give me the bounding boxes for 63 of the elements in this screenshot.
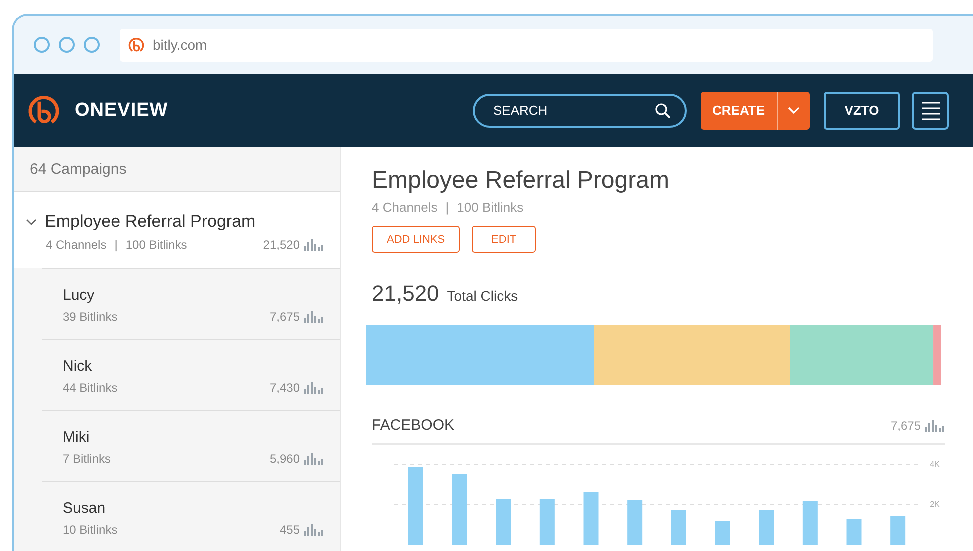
channel-name: Miki (63, 429, 91, 446)
chart-bar (890, 516, 906, 545)
bar-chart-icon (304, 311, 324, 323)
chart-bar (628, 500, 643, 545)
chart-bar (584, 492, 599, 545)
bitlink-count: 39 Bitlinks (63, 310, 118, 324)
window-control-icon[interactable] (59, 37, 75, 53)
channel-item[interactable]: Susan 10 Bitlinks 455 (42, 481, 340, 551)
campaign-name: Employee Referral Program (45, 212, 256, 232)
menu-button[interactable] (912, 92, 949, 130)
bar-chart-icon (925, 420, 945, 432)
window-control-icon[interactable] (84, 37, 100, 53)
chart-bar (802, 501, 818, 545)
channel-count: 4 Channels (372, 200, 438, 215)
logo-icon (128, 36, 145, 54)
search-field[interactable]: SEARCH (472, 94, 687, 128)
search-icon (654, 102, 671, 118)
channel-title: FACEBOOK (372, 417, 455, 434)
click-count: 7,430 (270, 381, 300, 395)
click-count: 5,960 (270, 452, 300, 466)
chart-bar (540, 499, 555, 545)
total-clicks-label: Total Clicks (447, 288, 518, 304)
search-input[interactable]: SEARCH (492, 102, 646, 119)
channel-name: Nick (63, 358, 94, 375)
address-bar[interactable]: bitly.com (120, 28, 933, 62)
account-button[interactable]: VZTO (824, 92, 900, 130)
caret-icon (788, 107, 800, 115)
click-count: 7,675 (270, 310, 300, 324)
window-control-icon[interactable] (34, 37, 50, 53)
bar-chart-icon (304, 239, 324, 251)
channel-name: Susan (63, 500, 107, 517)
channel-item[interactable]: Lucy 39 Bitlinks 7,675 (42, 268, 340, 339)
chart-bar (496, 499, 512, 545)
channel-count: 4 Channels (46, 238, 107, 252)
separator-text: | (114, 238, 118, 252)
click-count: 21,520 (263, 238, 300, 252)
channel-name: Lucy (63, 287, 96, 304)
chevron-icon[interactable] (26, 218, 37, 226)
total-clicks: 21,520 (372, 281, 440, 307)
bitlink-count: 7 Bitlinks (63, 452, 112, 466)
campaign-title: Employee Referral Program (372, 167, 670, 195)
axis-tick-label: 2K (930, 500, 940, 510)
channel-item[interactable]: Miki 7 Bitlinks 5,960 (42, 410, 340, 481)
brand-name: ONEVIEW (75, 100, 170, 122)
chart-bar (715, 521, 730, 545)
chart-bar (846, 519, 862, 545)
menu-icon (920, 100, 940, 120)
campaign-item[interactable]: Employee Referral Program 4 Channels | 100 Bitlinks 21,520 (14, 192, 340, 268)
chart-bar (671, 510, 686, 545)
channel-item[interactable]: Nick 44 Bitlinks 7,430 (42, 339, 340, 410)
bitlink-count: 10 Bitlinks (63, 523, 118, 537)
axis-tick-label: 4K (930, 460, 940, 470)
bar-chart-icon (304, 453, 324, 465)
bitlink-count: 44 Bitlinks (63, 381, 118, 395)
bar-chart-icon (304, 524, 324, 536)
separator-text: | (446, 200, 450, 215)
bitlink-count: 100 Bitlinks (126, 238, 188, 252)
click-count: 7,675 (890, 418, 921, 432)
bitlink-count: 100 Bitlinks (457, 200, 524, 215)
chart-bar (452, 474, 468, 545)
click-count: 455 (280, 523, 300, 537)
bar-chart-icon (304, 382, 324, 394)
chart-bar (759, 510, 774, 545)
